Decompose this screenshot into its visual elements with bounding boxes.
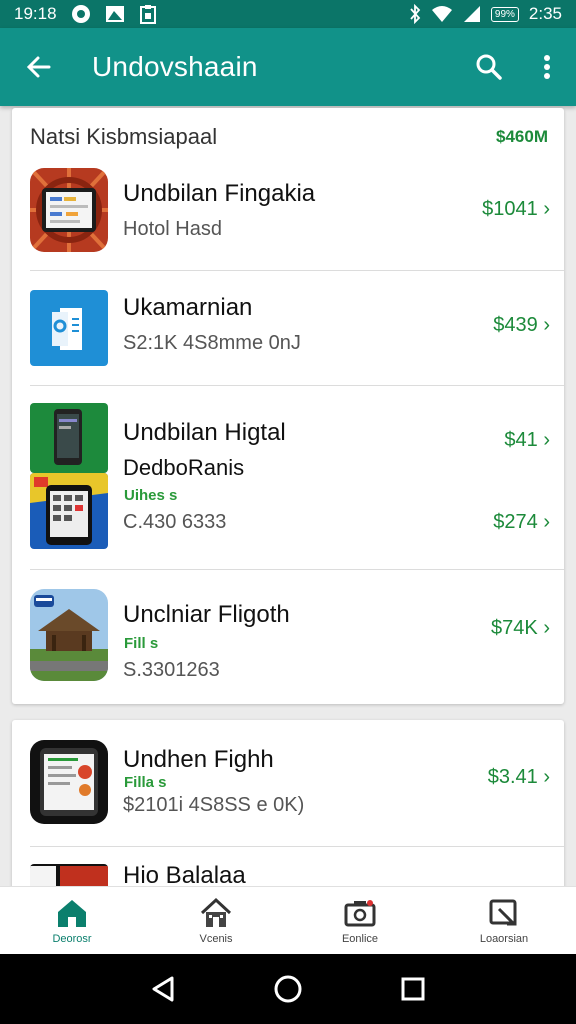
battery-indicator: 99% — [490, 6, 519, 22]
item-price-top: $41 › — [504, 429, 550, 452]
item-tag: Filla s — [124, 774, 167, 791]
item-tag: Uihes s — [124, 487, 178, 504]
chevron-right-icon: › — [543, 511, 550, 533]
search-icon — [476, 54, 502, 80]
clipboard-notification-icon — [139, 4, 157, 24]
item-name: Unclniar Fligoth — [123, 601, 290, 628]
nav-tab-home[interactable]: Deorosr — [0, 887, 144, 954]
nav-tab-location[interactable]: Loaorsian — [432, 887, 576, 954]
home-icon — [58, 899, 86, 927]
phone-app-thumbnail-top — [30, 403, 108, 473]
item-name: Undbilan Fingakia — [123, 180, 316, 207]
bottom-navigation: Deorosr Vcenis Eonlice Loaorsian — [0, 886, 576, 954]
chevron-right-icon: › — [543, 198, 550, 220]
nav-tab-camera[interactable]: Eonlice — [288, 887, 432, 954]
listing-card: Natsi Kisbmsiapaal $460M Undbilan Fingak… — [12, 108, 564, 704]
item-price: $74K › — [491, 617, 550, 640]
item-tag: Fill s — [124, 635, 159, 652]
list-item[interactable]: Ukamarnian S2:1K 4S8mme 0nJ $439 › — [12, 272, 564, 386]
item-subtitle: C.430 6333 — [123, 511, 227, 533]
price-value: $74K — [491, 617, 538, 639]
item-name: Ukamarnian — [123, 294, 253, 321]
divider — [30, 270, 564, 271]
system-navigation-bar — [0, 954, 576, 1024]
more-vert-icon — [544, 55, 550, 79]
chevron-right-icon: › — [543, 617, 550, 639]
section-title: Natsi Kisbmsiapaal — [30, 124, 218, 149]
nav-label: Eonlice — [341, 932, 379, 945]
divider — [30, 385, 564, 386]
document-app-thumbnail — [30, 290, 108, 366]
price-value: $439 — [493, 314, 538, 336]
nav-label: Deorosr — [52, 932, 92, 945]
item-price: $1041 › — [482, 198, 550, 221]
camera-icon — [344, 899, 376, 926]
chevron-right-icon: › — [543, 766, 550, 788]
nav-label: Vcenis — [199, 932, 233, 945]
system-home-button[interactable] — [258, 959, 318, 1019]
section-total: $460M — [496, 127, 548, 146]
overflow-menu-button[interactable] — [518, 28, 576, 106]
list-item[interactable]: Undbilan Fingakia Hotol Hasd $1041 › — [12, 160, 564, 272]
tablet-menu-app-thumbnail — [30, 740, 108, 824]
item-subtitle-secondary: DedboRanis — [123, 455, 245, 480]
nav-label: Loaorsian — [479, 932, 529, 945]
item-name: Undbilan Higtal — [123, 419, 286, 446]
circle-notification-icon — [71, 4, 91, 24]
nav-tab-venues[interactable]: Vcenis — [144, 887, 288, 954]
status-time: 19:18 — [14, 4, 57, 23]
square-recents-icon — [401, 977, 425, 1001]
house-icon — [200, 897, 232, 927]
system-recents-button[interactable] — [383, 959, 443, 1019]
price-value: $274 — [493, 511, 538, 533]
phone-app-thumbnail-bottom — [30, 473, 108, 549]
status-right-time: 2:35 — [528, 4, 562, 23]
chevron-right-icon: › — [543, 429, 550, 451]
chevron-right-icon: › — [543, 314, 550, 336]
app-bar: Undovshaain — [0, 28, 576, 106]
item-subtitle: Hotol Hasd — [123, 218, 222, 240]
triangle-back-icon — [152, 976, 174, 1002]
listing-card-secondary: Undhen Fighh Filla s $2101i 4S8SS e 0K) … — [12, 720, 564, 890]
list-item[interactable]: Hio Balalaa — [12, 848, 564, 890]
wifi-icon — [431, 5, 453, 23]
item-subtitle: S2:1K 4S8mme 0nJ — [123, 332, 301, 354]
item-price: $274 › — [493, 511, 550, 534]
frame-icon — [489, 899, 517, 925]
search-button[interactable] — [460, 28, 518, 106]
list-item[interactable]: Undhen Fighh Filla s $2101i 4S8SS e 0K) … — [12, 720, 564, 846]
price-value: $1041 — [482, 198, 538, 220]
system-back-button[interactable] — [133, 959, 193, 1019]
back-button[interactable] — [0, 28, 78, 106]
section-header: Natsi Kisbmsiapaal $460M — [30, 122, 548, 152]
tablet-app-thumbnail — [30, 168, 108, 252]
bluetooth-icon — [409, 4, 421, 24]
signal-icon — [463, 5, 481, 23]
item-subtitle: S.3301263 — [123, 659, 220, 681]
arrow-left-icon — [26, 56, 51, 78]
app-title: Undovshaain — [92, 51, 258, 82]
price-value: $41 — [504, 429, 538, 451]
pavilion-app-thumbnail — [30, 589, 108, 681]
divider — [30, 846, 564, 847]
item-price: $3.41 › — [488, 766, 550, 789]
price-value: $3.41 — [487, 766, 538, 788]
circle-home-icon — [274, 975, 302, 1003]
item-price: $439 › — [493, 314, 550, 337]
image-notification-icon — [105, 5, 125, 23]
divider — [30, 569, 564, 570]
item-subtitle: $2101i 4S8SS e 0K) — [123, 794, 305, 816]
list-item[interactable]: Unclniar Fligoth Fill s S.3301263 $74K › — [12, 571, 564, 701]
status-bar: 19:18 99% 2:35 — [0, 0, 576, 28]
item-name: Undhen Fighh — [123, 746, 274, 773]
list-item[interactable]: Undbilan Higtal DedboRanis Uihes s C.430… — [12, 387, 564, 567]
